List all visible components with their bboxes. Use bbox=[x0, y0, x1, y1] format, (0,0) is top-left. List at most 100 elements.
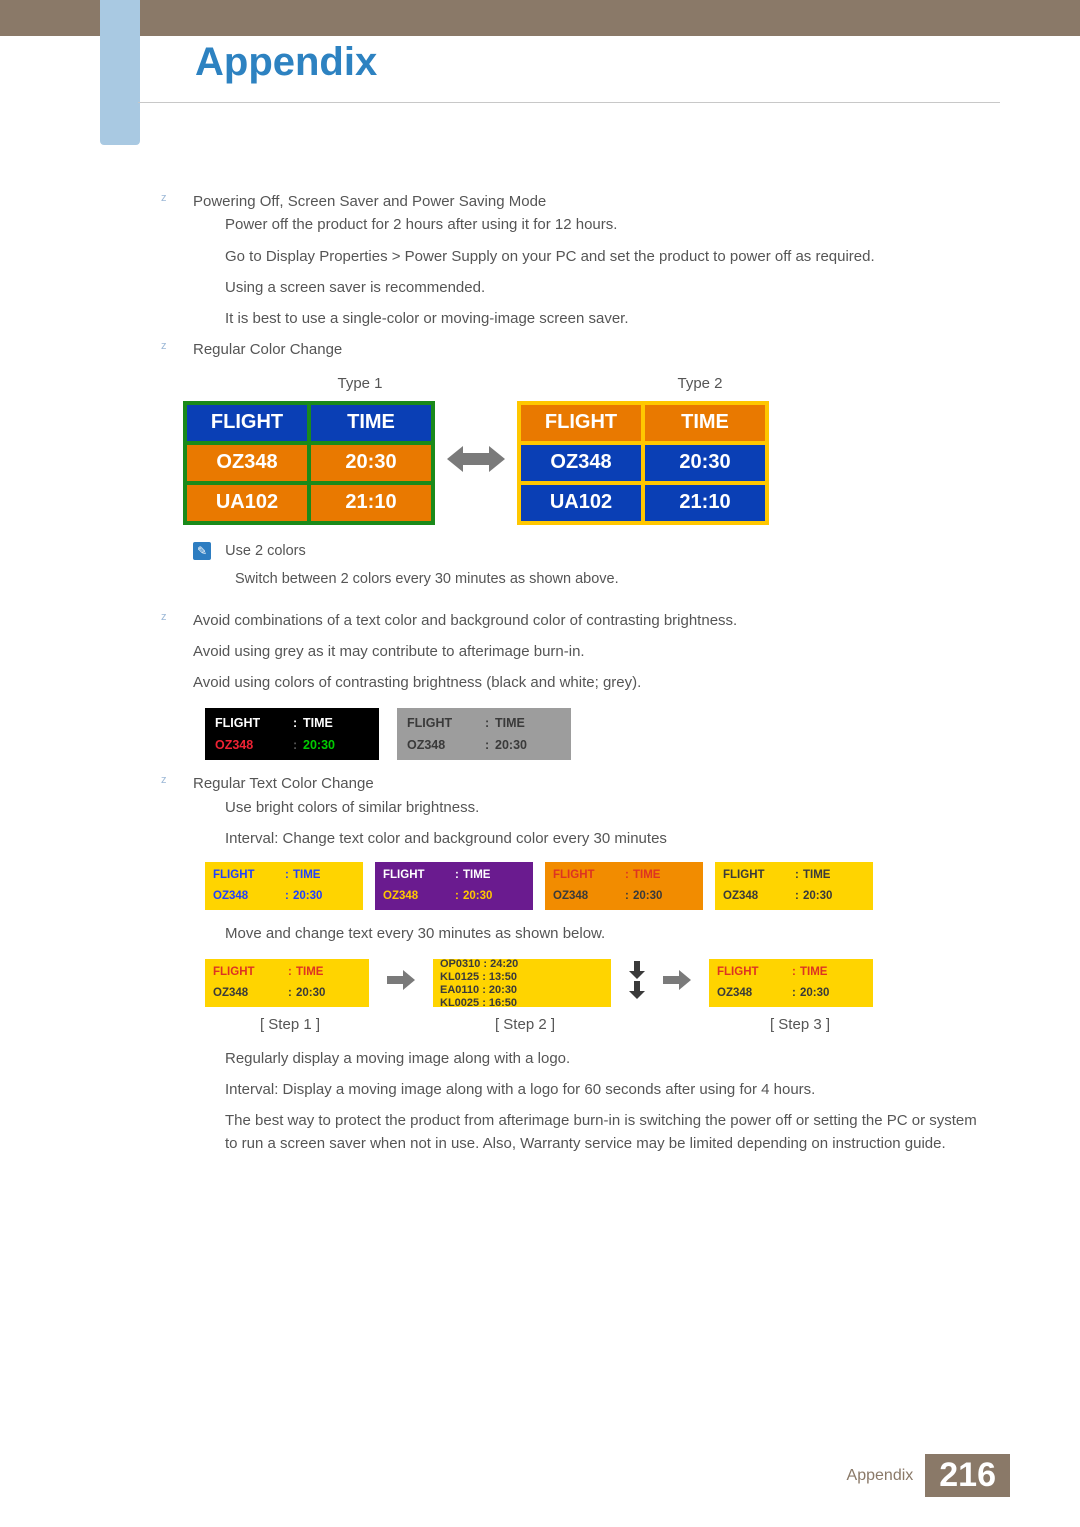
cell: : bbox=[287, 712, 297, 734]
note-text: Switch between 2 colors every 30 minutes… bbox=[235, 568, 980, 590]
cell: FLIGHT bbox=[718, 865, 790, 886]
body-text: Interval: Change text color and backgrou… bbox=[225, 827, 980, 850]
cell: TIME bbox=[297, 712, 375, 734]
table-cell: 20:30 bbox=[645, 445, 765, 481]
cell: OZ348 bbox=[378, 886, 450, 907]
table-cell: OZ348 bbox=[521, 445, 641, 481]
cell: FLIGHT bbox=[208, 962, 283, 983]
cell: TIME bbox=[795, 962, 870, 983]
body-text: Use bright colors of similar brightness. bbox=[225, 796, 980, 819]
heading: Regular Text Color Change bbox=[193, 772, 980, 795]
body-text: Regularly display a moving image along w… bbox=[225, 1047, 980, 1070]
cell: : bbox=[787, 983, 795, 1004]
cell: 20:30 bbox=[489, 734, 567, 756]
cell: : bbox=[620, 865, 628, 886]
step1-box: FLIGHT:TIME OZ348:20:30 bbox=[205, 959, 369, 1007]
cell: FLIGHT bbox=[209, 712, 287, 734]
scroll-row: OP0310 : 24:20 bbox=[440, 959, 608, 971]
page-number: 216 bbox=[925, 1454, 1010, 1497]
section-color-change: z Regular Color Change Type 1 Type 2 FLI… bbox=[163, 338, 980, 590]
bullet-icon: z bbox=[161, 772, 171, 782]
bullet-icon: z bbox=[161, 190, 171, 200]
step-label: [ Step 3 ] bbox=[675, 1013, 925, 1036]
table-cell: UA102 bbox=[187, 485, 307, 521]
cell: TIME bbox=[489, 712, 567, 734]
body-text: Using a screen saver is recommended. bbox=[225, 276, 980, 299]
color-examples: FLIGHT:TIME OZ348:20:30 FLIGHT:TIME OZ34… bbox=[205, 862, 980, 910]
note-icon: ✎ bbox=[193, 542, 211, 560]
cell: : bbox=[479, 712, 489, 734]
step3-box: FLIGHT:TIME OZ348:20:30 bbox=[709, 959, 873, 1007]
cell: : bbox=[450, 865, 458, 886]
cell: OZ348 bbox=[718, 886, 790, 907]
body-text: Interval: Display a moving image along w… bbox=[225, 1078, 980, 1101]
arrow-right-icon bbox=[663, 969, 691, 998]
ex-yellow-blue: FLIGHT:TIME OZ348:20:30 bbox=[205, 862, 363, 910]
mini-table: FLIGHT:TIME OZ348:20:30 bbox=[205, 959, 369, 1007]
cell: 20:30 bbox=[288, 886, 360, 907]
scroll-row: KL0025 : 16:50 bbox=[440, 997, 608, 1007]
table-cell: OZ348 bbox=[187, 445, 307, 481]
cell: OZ348 bbox=[548, 886, 620, 907]
steps-row: FLIGHT:TIME OZ348:20:30 OP0310 : 24:20 K… bbox=[205, 959, 980, 1007]
ex-orange: FLIGHT:TIME OZ348:20:30 bbox=[545, 862, 703, 910]
mini-table: FLIGHT:TIME OZ348:20:30 bbox=[709, 959, 873, 1007]
footer-text: Appendix bbox=[847, 1467, 914, 1485]
page-title: Appendix bbox=[195, 40, 377, 85]
table-cell: 20:30 bbox=[311, 445, 431, 481]
table-header: TIME bbox=[311, 405, 431, 441]
step-label: [ Step 1 ] bbox=[205, 1013, 375, 1036]
document-page: Appendix z Powering Off, Screen Saver an… bbox=[0, 0, 1080, 1527]
cell: 20:30 bbox=[291, 983, 366, 1004]
note-block: ✎ Use 2 colors Switch between 2 colors e… bbox=[193, 539, 980, 591]
cell: OZ348 bbox=[208, 886, 280, 907]
heading: Regular Color Change bbox=[193, 338, 980, 361]
cell: TIME bbox=[288, 865, 360, 886]
body-text: Power off the product for 2 hours after … bbox=[225, 213, 980, 236]
heading: Avoid combinations of a text color and b… bbox=[193, 609, 980, 632]
example-black-white: FLIGHT:TIME OZ348:20:30 bbox=[205, 708, 379, 760]
arrow-right-icon bbox=[387, 969, 415, 998]
cell: OZ348 bbox=[712, 983, 787, 1004]
cell: : bbox=[479, 734, 489, 756]
cell: TIME bbox=[798, 865, 870, 886]
cell: : bbox=[620, 886, 628, 907]
body-text: Avoid using grey as it may contribute to… bbox=[193, 640, 980, 663]
cell: TIME bbox=[458, 865, 530, 886]
body-text: Avoid using colors of contrasting bright… bbox=[193, 671, 980, 694]
title-divider bbox=[138, 102, 1000, 103]
section-text-color-change: z Regular Text Color Change Use bright c… bbox=[163, 772, 980, 1155]
cell: FLIGHT bbox=[401, 712, 479, 734]
body-text: Move and change text every 30 minutes as… bbox=[225, 922, 980, 945]
bullet-icon: z bbox=[161, 338, 171, 348]
ex-yellow-dark: FLIGHT:TIME OZ348:20:30 bbox=[715, 862, 873, 910]
side-tab bbox=[100, 0, 140, 145]
step2-scroll-box: OP0310 : 24:20 KL0125 : 13:50 EA0110 : 2… bbox=[433, 959, 611, 1007]
type-labels: Type 1 Type 2 bbox=[225, 372, 980, 395]
bullet-icon: z bbox=[161, 609, 171, 619]
footer: Appendix 216 bbox=[847, 1454, 1010, 1497]
body-text: The best way to protect the product from… bbox=[225, 1109, 980, 1156]
table-header: TIME bbox=[645, 405, 765, 441]
flight-table-type2: FLIGHTTIME OZ34820:30 UA10221:10 bbox=[517, 401, 769, 525]
cell: : bbox=[450, 886, 458, 907]
cell: OZ348 bbox=[209, 734, 287, 756]
cell: TIME bbox=[291, 962, 366, 983]
heading: Powering Off, Screen Saver and Power Sav… bbox=[193, 190, 980, 213]
scroll-row: KL0125 : 13:50 bbox=[440, 971, 608, 984]
type-label: Type 2 bbox=[565, 372, 835, 395]
section-avoid-contrast: z Avoid combinations of a text color and… bbox=[163, 609, 980, 761]
body-text: Go to Display Properties > Power Supply … bbox=[225, 245, 980, 268]
type-label: Type 1 bbox=[225, 372, 495, 395]
flight-tables-row: FLIGHTTIME OZ34820:30 UA10221:10 FLIGHTT… bbox=[183, 401, 980, 525]
scroll-row: EA0110 : 20:30 bbox=[440, 984, 608, 997]
cell: OZ348 bbox=[208, 983, 283, 1004]
cell: : bbox=[787, 962, 795, 983]
note-text: Use 2 colors bbox=[225, 543, 306, 559]
cell: : bbox=[790, 865, 798, 886]
content-area: z Powering Off, Screen Saver and Power S… bbox=[163, 190, 980, 1164]
cell: : bbox=[790, 886, 798, 907]
cell: : bbox=[280, 865, 288, 886]
step-label: [ Step 2 ] bbox=[375, 1013, 675, 1036]
example-grey: FLIGHT:TIME OZ348:20:30 bbox=[397, 708, 571, 760]
